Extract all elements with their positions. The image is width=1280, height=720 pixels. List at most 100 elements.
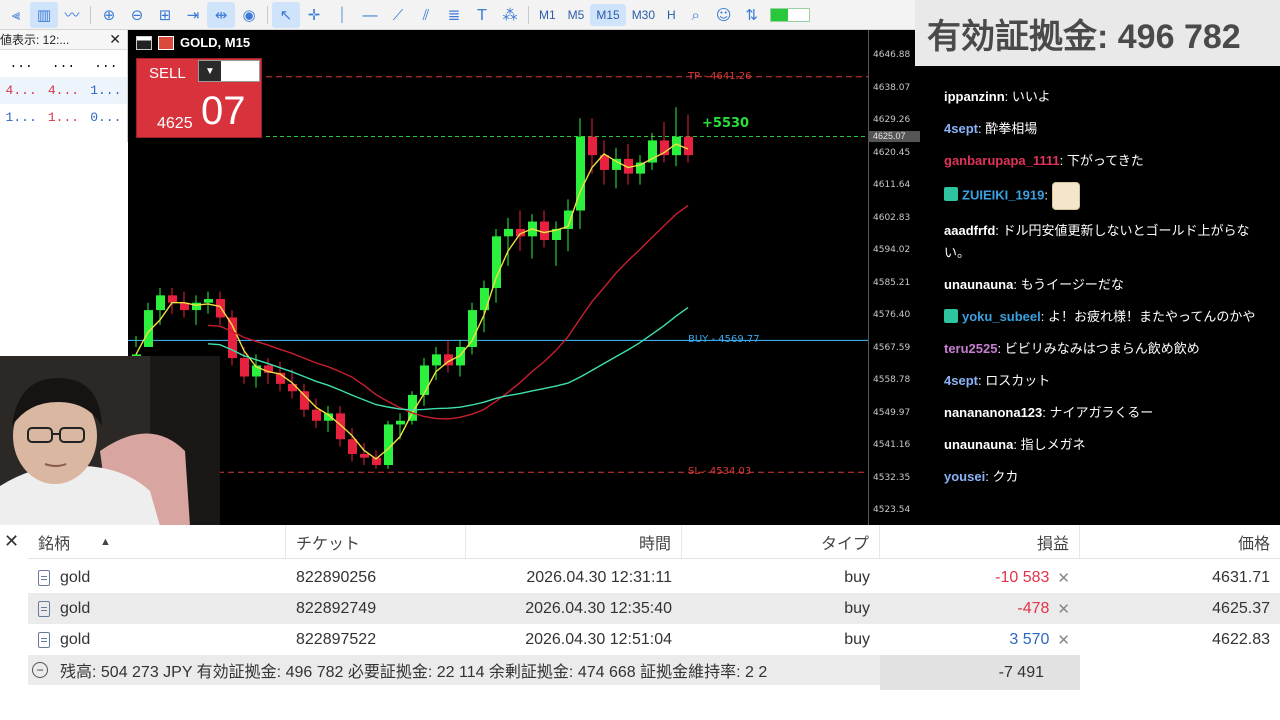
- column-header-price[interactable]: 価格: [1080, 525, 1280, 558]
- chat-username[interactable]: unaunauna: [944, 277, 1013, 292]
- column-header-pnl[interactable]: 損益: [880, 525, 1080, 558]
- toolbar-divider: [267, 5, 268, 24]
- chart-symbol: GOLD, M15: [180, 35, 251, 50]
- close-icon[interactable]: ✕: [109, 31, 121, 48]
- vertical-line-icon[interactable]: ⏐: [328, 2, 356, 28]
- volume-input[interactable]: ▼: [198, 60, 260, 82]
- column-header-label: 時間: [638, 535, 671, 553]
- candlestick-chart-icon[interactable]: ▥: [30, 1, 58, 28]
- column-header-ticket[interactable]: チケット: [286, 525, 466, 558]
- timeframe-m15-button[interactable]: M15: [590, 3, 626, 26]
- chat-message: ZUIEIKI_1919:: [944, 182, 1260, 210]
- account-icon[interactable]: ☺: [710, 2, 738, 28]
- cell-symbol: gold: [28, 593, 286, 624]
- timeframe-h-button[interactable]: H: [661, 4, 682, 26]
- candle-body: [504, 228, 513, 237]
- market-watch-row[interactable]: 4... 4... 1...: [0, 77, 127, 104]
- chat-username[interactable]: 4sept: [944, 373, 978, 388]
- cell-time: 2026.04.30 12:35:40: [525, 599, 672, 617]
- column-header-label: 損益: [1036, 535, 1069, 553]
- candle-body: [492, 236, 501, 288]
- chart-shift-icon[interactable]: ⇹: [207, 1, 235, 28]
- price-tick-label: 4567.59: [873, 342, 911, 353]
- chat-username[interactable]: aaadfrfd: [944, 223, 995, 238]
- cell-ticket: 822890256: [296, 568, 377, 586]
- zoom-out-icon[interactable]: ⊖: [123, 2, 151, 28]
- position-icon: [38, 600, 50, 617]
- close-position-icon[interactable]: ✕: [1057, 631, 1070, 649]
- price-axis[interactable]: 4646.88 4638.07 4629.26 4620.45 4611.64 4602.…: [868, 30, 921, 525]
- market-watch-cell: ...: [51, 56, 76, 71]
- timeframe-m5-button[interactable]: M5: [562, 4, 591, 26]
- symbol-text: gold: [60, 568, 91, 586]
- chat-username[interactable]: yousei: [944, 469, 985, 484]
- chat-username[interactable]: nanananona123: [944, 405, 1042, 420]
- horizontal-line-icon[interactable]: ―: [356, 2, 384, 28]
- chat-username[interactable]: unaunauna: [944, 437, 1013, 452]
- chevron-down-icon[interactable]: ▼: [199, 61, 221, 81]
- cursor-icon[interactable]: ↖: [272, 1, 300, 28]
- market-watch-row[interactable]: ... ... ...: [0, 50, 127, 77]
- bar-chart-icon[interactable]: ⫷: [2, 2, 30, 28]
- price-chart[interactable]: GOLD, M15 SELL 4625 07 ▼ TP - 4641.26 BU…: [128, 30, 921, 525]
- minus-circle-icon[interactable]: −: [32, 662, 48, 678]
- cell-ticket: 822897522: [296, 630, 377, 648]
- shapes-icon[interactable]: ⁂: [496, 2, 524, 28]
- zoom-in-icon[interactable]: ⊕: [95, 2, 123, 28]
- one-click-trading-icon[interactable]: [158, 35, 174, 50]
- column-header-type[interactable]: タイプ: [682, 525, 880, 558]
- chat-username[interactable]: teru2525: [944, 341, 997, 356]
- grid-icon[interactable]: ⊞: [151, 2, 179, 28]
- search-icon[interactable]: ⌕: [682, 2, 710, 28]
- column-header-symbol[interactable]: 銘柄 ▲: [28, 525, 286, 558]
- candle-body: [432, 354, 441, 366]
- column-header-time[interactable]: 時間: [466, 525, 682, 558]
- close-position-icon[interactable]: ✕: [1057, 600, 1070, 618]
- toolbar-divider: [90, 5, 91, 24]
- table-row[interactable]: gold 822897522 2026.04.30 12:51:04 buy 3…: [28, 624, 1280, 655]
- position-icon: [38, 631, 50, 648]
- crosshair-icon[interactable]: ✛: [300, 2, 328, 28]
- line-chart-icon[interactable]: 〰: [58, 2, 86, 28]
- market-watch-cell: 4...: [47, 83, 80, 98]
- timeframe-m1-button[interactable]: M1: [533, 4, 562, 26]
- market-watch-row[interactable]: 1... 1... 0...: [0, 104, 127, 131]
- fibonacci-icon[interactable]: ≣: [440, 2, 468, 28]
- chat-username[interactable]: ippanzinn: [944, 89, 1005, 104]
- close-position-icon[interactable]: ✕: [1057, 569, 1070, 587]
- signal-icon[interactable]: ⇅: [738, 2, 766, 28]
- price-tick-label: 4602.83: [873, 212, 911, 223]
- toolbar-divider: [528, 5, 529, 24]
- cell-type: buy: [844, 599, 870, 617]
- text-icon[interactable]: T: [468, 2, 496, 28]
- timeframe-m30-button[interactable]: M30: [626, 4, 661, 26]
- sort-asc-icon: ▲: [100, 535, 111, 548]
- buy-label: BUY - 4569.77: [688, 334, 760, 346]
- chat-username[interactable]: ZUIEIKI_1919: [962, 187, 1044, 202]
- close-icon[interactable]: ✕: [4, 531, 19, 552]
- candle-body: [204, 299, 213, 303]
- chat-message: aaadfrfd: ドル円安値更新しないとゴールド上がらない。: [944, 220, 1260, 264]
- webcam-overlay: [0, 356, 220, 526]
- chat-message: yousei: クカ: [944, 466, 1260, 488]
- chart-window-icon: [136, 35, 152, 50]
- cell-time: 2026.04.30 12:51:04: [525, 630, 672, 648]
- chat-message: ippanzinn: いいよ: [944, 86, 1260, 108]
- market-watch-tab[interactable]: 値表示: 12:... ✕: [0, 30, 127, 50]
- price-tick-label: 4549.97: [873, 407, 911, 418]
- channel-icon[interactable]: ⫽: [412, 2, 440, 28]
- candle-body: [468, 310, 477, 347]
- candle-body: [336, 413, 345, 440]
- chat-username[interactable]: ganbarupapa_1111: [944, 153, 1060, 168]
- chat-username[interactable]: 4sept: [944, 121, 978, 136]
- cell-pnl: 3 570 ✕: [880, 624, 1080, 655]
- candle-body: [360, 453, 369, 458]
- autoscroll-icon[interactable]: ⇥: [179, 2, 207, 28]
- screenshot-icon[interactable]: ◉: [235, 2, 263, 28]
- table-row[interactable]: gold 822890256 2026.04.30 12:31:11 buy -…: [28, 562, 1280, 593]
- account-summary-row: − 残高: 504 273 JPY 有効証拠金: 496 782 必要証拠金: …: [28, 655, 880, 685]
- trendline-icon[interactable]: ⟋: [384, 2, 412, 28]
- table-row[interactable]: gold 822892749 2026.04.30 12:35:40 buy -…: [28, 593, 1280, 624]
- chat-username[interactable]: yoku_subeel: [962, 309, 1041, 324]
- cell-ticket: 822892749: [296, 599, 377, 617]
